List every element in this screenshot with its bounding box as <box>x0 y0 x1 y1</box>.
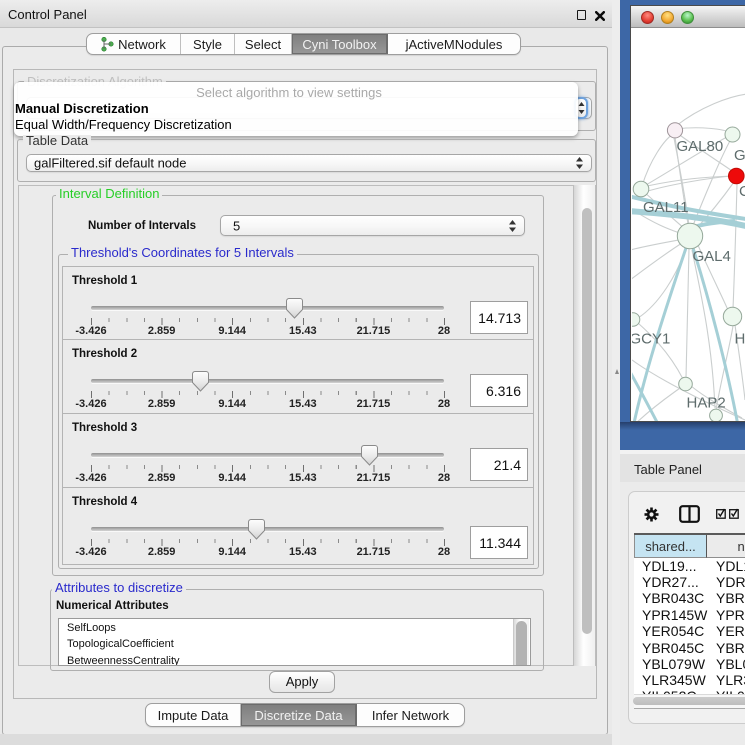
svg-text:HAP2: HAP2 <box>687 395 726 412</box>
svg-text:GAL4: GAL4 <box>693 248 731 265</box>
svg-text:GCY1: GCY1 <box>632 331 670 348</box>
svg-text:G.: G. <box>734 147 745 164</box>
svg-text:C: C <box>739 183 745 200</box>
svg-text:H: H <box>735 331 745 348</box>
svg-text:GAL11: GAL11 <box>643 199 689 216</box>
svg-text:GAL80: GAL80 <box>677 138 724 155</box>
